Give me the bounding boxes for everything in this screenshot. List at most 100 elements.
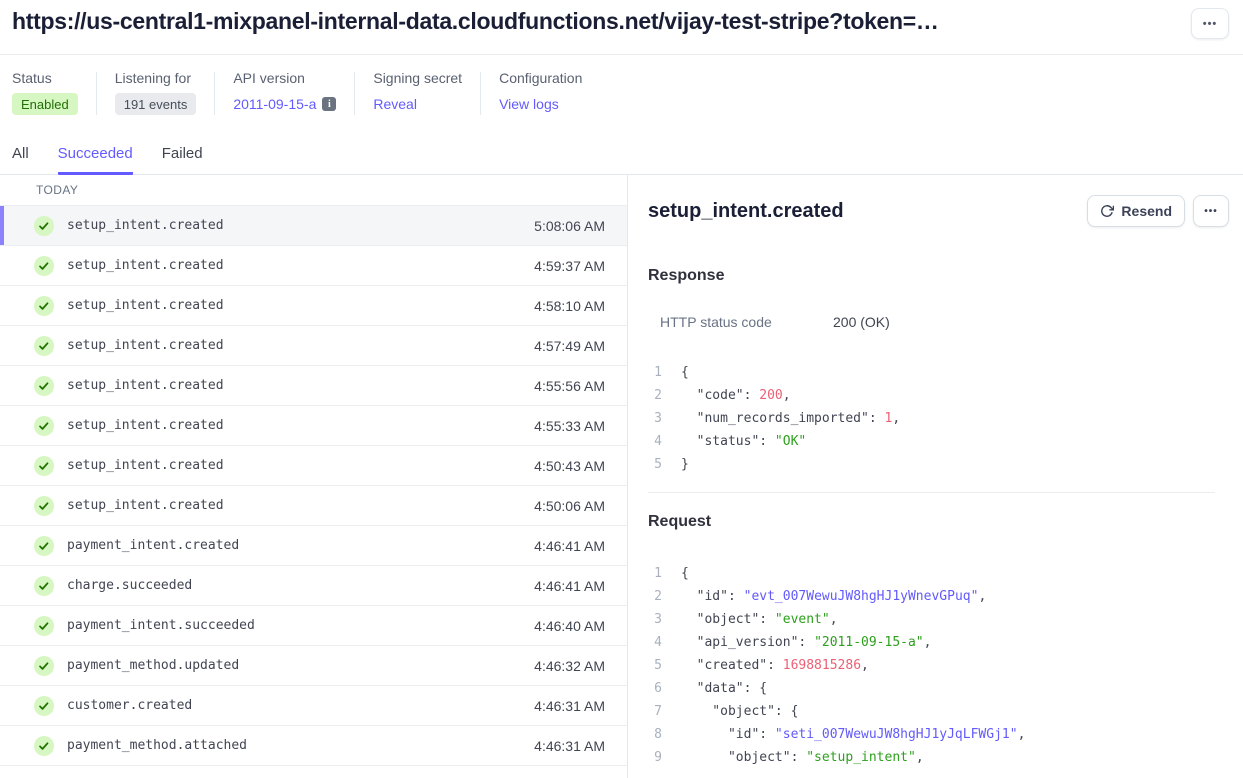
resend-button[interactable]: Resend: [1087, 195, 1185, 227]
summary-divider: [480, 72, 481, 115]
event-row[interactable]: customer.created 4:46:31 AM: [0, 686, 627, 726]
summary-configuration: Configuration View logs: [499, 70, 582, 115]
event-row[interactable]: payment_method.attached 4:46:31 AM: [0, 726, 627, 766]
event-time: 4:55:33 AM: [534, 418, 605, 434]
success-check-icon: [34, 696, 54, 716]
line-code: "id": "evt_007WewuJW8hgHJ1yWnevGPuq",: [681, 585, 986, 608]
event-list-rows: setup_intent.created 5:08:06 AM setup_in…: [0, 206, 627, 766]
event-detail-title: setup_intent.created: [648, 200, 844, 223]
line-code: }: [681, 453, 689, 476]
event-row[interactable]: setup_intent.created 4:50:43 AM: [0, 446, 627, 486]
code-line: 1 {: [648, 361, 1229, 384]
event-row[interactable]: setup_intent.created 4:55:56 AM: [0, 366, 627, 406]
event-time: 4:46:32 AM: [534, 658, 605, 674]
line-number: 5: [648, 654, 662, 677]
code-line: 2 "code": 200,: [648, 384, 1229, 407]
response-code-block: 1 { 2 "code": 200, 3 "num_records_import…: [648, 361, 1229, 476]
event-name: setup_intent.created: [67, 258, 224, 273]
status-badge: Enabled: [12, 93, 78, 115]
summary-divider: [214, 72, 215, 115]
event-row[interactable]: setup_intent.created 4:50:06 AM: [0, 486, 627, 526]
line-code: {: [681, 562, 689, 585]
event-row[interactable]: payment_method.updated 4:46:32 AM: [0, 646, 627, 686]
event-name: payment_method.attached: [67, 738, 247, 753]
http-status-value: 200 (OK): [833, 314, 890, 330]
summary-divider: [354, 72, 355, 115]
event-row[interactable]: setup_intent.created 4:58:10 AM: [0, 286, 627, 326]
code-line: 7 "object": {: [648, 700, 1229, 723]
detail-overflow-menu-button[interactable]: •••: [1193, 195, 1229, 227]
view-logs-link[interactable]: View logs: [499, 96, 559, 112]
api-version-label: API version: [233, 70, 336, 86]
event-name: setup_intent.created: [67, 298, 224, 313]
line-code: "created": 1698815286,: [681, 654, 869, 677]
event-detail-pane: setup_intent.created Resend ••• Response…: [628, 175, 1243, 778]
line-code: "object": {: [681, 700, 798, 723]
success-check-icon: [34, 376, 54, 396]
request-section-heading: Request: [648, 513, 1229, 531]
response-section-heading: Response: [648, 267, 1229, 285]
reveal-secret-link[interactable]: Reveal: [373, 96, 417, 112]
code-line: 4 "status": "OK": [648, 430, 1229, 453]
event-name: customer.created: [67, 698, 192, 713]
success-check-icon: [34, 456, 54, 476]
event-row[interactable]: payment_intent.succeeded 4:46:40 AM: [0, 606, 627, 646]
event-name: setup_intent.created: [67, 458, 224, 473]
line-number: 7: [648, 700, 662, 723]
signing-secret-label: Signing secret: [373, 70, 462, 86]
line-number: 4: [648, 631, 662, 654]
event-time: 5:08:06 AM: [534, 218, 605, 234]
event-time: 4:46:40 AM: [534, 618, 605, 634]
tab-all[interactable]: All: [12, 145, 29, 175]
event-list-pane: TODAY setup_intent.created 5:08:06 AM se…: [0, 175, 628, 778]
endpoint-summary: Status Enabled Listening for 191 events …: [0, 55, 1243, 115]
tab-succeeded[interactable]: Succeeded: [58, 145, 133, 175]
line-code: "object": "setup_intent",: [681, 746, 924, 769]
refresh-icon: [1100, 204, 1114, 218]
line-number: 9: [648, 746, 662, 769]
summary-status: Status Enabled: [12, 70, 78, 115]
info-icon[interactable]: i: [322, 97, 336, 111]
event-row[interactable]: charge.succeeded 4:46:41 AM: [0, 566, 627, 606]
event-time: 4:50:06 AM: [534, 498, 605, 514]
line-number: 5: [648, 453, 662, 476]
success-check-icon: [34, 216, 54, 236]
event-row[interactable]: payment_intent.created 4:46:41 AM: [0, 526, 627, 566]
line-number: 1: [648, 562, 662, 585]
line-number: 2: [648, 384, 662, 407]
events-count-badge: 191 events: [115, 93, 197, 115]
event-time: 4:46:41 AM: [534, 578, 605, 594]
header-overflow-menu-button[interactable]: •••: [1191, 8, 1229, 39]
line-number: 6: [648, 677, 662, 700]
event-row[interactable]: setup_intent.created 4:55:33 AM: [0, 406, 627, 446]
line-code: "code": 200,: [681, 384, 791, 407]
success-check-icon: [34, 296, 54, 316]
success-check-icon: [34, 256, 54, 276]
api-version-link[interactable]: 2011-09-15-a: [233, 96, 316, 112]
line-code: "api_version": "2011-09-15-a",: [681, 631, 931, 654]
line-number: 1: [648, 361, 662, 384]
event-name: payment_intent.created: [67, 538, 239, 553]
event-name: setup_intent.created: [67, 218, 224, 233]
success-check-icon: [34, 536, 54, 556]
code-line: 6 "data": {: [648, 677, 1229, 700]
success-check-icon: [34, 336, 54, 356]
event-time: 4:46:41 AM: [534, 538, 605, 554]
line-code: "object": "event",: [681, 608, 838, 631]
event-row[interactable]: setup_intent.created 4:59:37 AM: [0, 246, 627, 286]
event-row[interactable]: setup_intent.created 5:08:06 AM: [0, 206, 627, 246]
event-group-header: TODAY: [0, 175, 627, 206]
event-name: charge.succeeded: [67, 578, 192, 593]
event-name: payment_method.updated: [67, 658, 239, 673]
tab-failed[interactable]: Failed: [162, 145, 203, 175]
event-row[interactable]: setup_intent.created 4:57:49 AM: [0, 326, 627, 366]
success-check-icon: [34, 416, 54, 436]
summary-signing-secret: Signing secret Reveal: [373, 70, 462, 115]
code-line: 5 "created": 1698815286,: [648, 654, 1229, 677]
listening-label: Listening for: [115, 70, 197, 86]
line-number: 8: [648, 723, 662, 746]
ellipsis-icon: •••: [1203, 18, 1218, 30]
line-code: "num_records_imported": 1,: [681, 407, 900, 430]
line-number: 3: [648, 608, 662, 631]
code-line: 1 {: [648, 562, 1229, 585]
